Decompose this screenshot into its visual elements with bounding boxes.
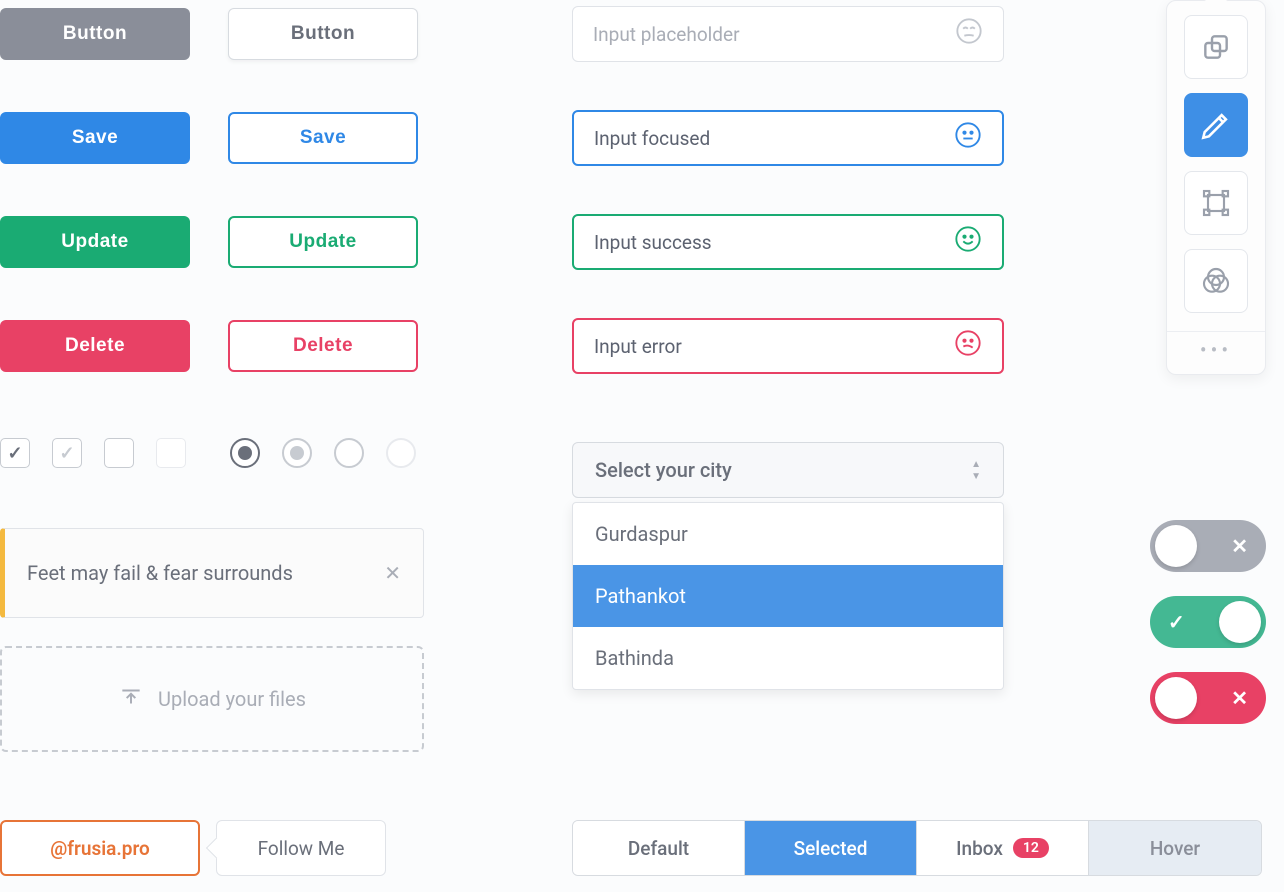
save-button-solid[interactable]: Save [0, 112, 190, 164]
segmented-tabs: Default Selected Inbox 12 Hover [572, 820, 1262, 876]
input-error[interactable]: Input error [572, 318, 1004, 374]
checkbox-unchecked-disabled[interactable] [156, 438, 186, 468]
checkbox-unchecked[interactable] [104, 438, 134, 468]
close-icon[interactable]: ✕ [384, 561, 401, 585]
radio-group [230, 438, 416, 468]
button-neutral-outline[interactable]: Button [228, 8, 418, 60]
tool-palette: ••• [1166, 0, 1266, 375]
toggle-off-gray[interactable]: ✕ [1150, 520, 1266, 572]
input-placeholder-text: Input placeholder [593, 23, 740, 46]
x-icon: ✕ [1231, 534, 1248, 558]
face-sleepy-icon [955, 17, 983, 52]
tab-inbox-label: Inbox [956, 837, 1003, 860]
upload-dropzone[interactable]: Upload your files [0, 646, 424, 752]
dropdown-option-2[interactable]: Bathinda [573, 627, 1003, 689]
inbox-count-badge: 12 [1013, 838, 1049, 858]
city-dropdown: Gurdaspur Pathankot Bathinda [572, 502, 1004, 690]
tab-hover[interactable]: Hover [1089, 821, 1261, 875]
check-icon: ✓ [1168, 610, 1185, 634]
button-neutral-solid[interactable]: Button [0, 8, 190, 60]
pen-tool[interactable] [1184, 93, 1248, 157]
save-button-outline[interactable]: Save [228, 112, 418, 164]
delete-button-solid[interactable]: Delete [0, 320, 190, 372]
input-placeholder[interactable]: Input placeholder [572, 6, 1004, 62]
update-button-solid[interactable]: Update [0, 216, 190, 268]
promo-bar: @frusia.pro Follow Me [0, 820, 386, 876]
input-focused-text: Input focused [594, 127, 710, 150]
toggle-knob [1219, 601, 1261, 643]
face-happy-icon [954, 225, 982, 260]
checkbox-checked[interactable] [0, 438, 30, 468]
radio-unselected-disabled[interactable] [386, 438, 416, 468]
tab-selected[interactable]: Selected [745, 821, 917, 875]
tab-inbox[interactable]: Inbox 12 [917, 821, 1089, 875]
handle-badge: @frusia.pro [0, 820, 200, 876]
transform-tool[interactable] [1184, 171, 1248, 235]
follow-button[interactable]: Follow Me [216, 820, 386, 876]
tab-default[interactable]: Default [573, 821, 745, 875]
sort-icon: ▲▼ [971, 459, 981, 482]
toggle-knob [1155, 525, 1197, 567]
upload-text: Upload your files [158, 687, 306, 711]
radio-selected[interactable] [230, 438, 260, 468]
input-error-text: Input error [594, 335, 682, 358]
x-icon: ✕ [1231, 686, 1248, 710]
layers-tool[interactable] [1184, 15, 1248, 79]
face-neutral-icon [954, 121, 982, 156]
update-button-outline[interactable]: Update [228, 216, 418, 268]
toggle-group: ✕ ✓ ✕ [1150, 520, 1266, 724]
input-success[interactable]: Input success [572, 214, 1004, 270]
upload-icon [118, 684, 144, 715]
alert-warning: Feet may fail & fear surrounds ✕ [0, 528, 424, 618]
radio-selected-disabled[interactable] [282, 438, 312, 468]
checkbox-group [0, 438, 186, 468]
toggle-on-green[interactable]: ✓ [1150, 596, 1266, 648]
city-select[interactable]: Select your city ▲▼ [572, 442, 1004, 498]
toggle-knob [1155, 677, 1197, 719]
blend-tool[interactable] [1184, 249, 1248, 313]
input-focused[interactable]: Input focused [572, 110, 1004, 166]
face-confused-icon [954, 329, 982, 364]
radio-unselected[interactable] [334, 438, 364, 468]
dropdown-option-0[interactable]: Gurdaspur [573, 503, 1003, 565]
dropdown-option-1[interactable]: Pathankot [573, 565, 1003, 627]
select-placeholder: Select your city [595, 458, 732, 482]
more-tools[interactable]: ••• [1167, 331, 1265, 366]
alert-text: Feet may fail & fear surrounds [27, 561, 293, 585]
toggle-off-red[interactable]: ✕ [1150, 672, 1266, 724]
checkbox-checked-disabled[interactable] [52, 438, 82, 468]
input-success-text: Input success [594, 231, 712, 254]
delete-button-outline[interactable]: Delete [228, 320, 418, 372]
